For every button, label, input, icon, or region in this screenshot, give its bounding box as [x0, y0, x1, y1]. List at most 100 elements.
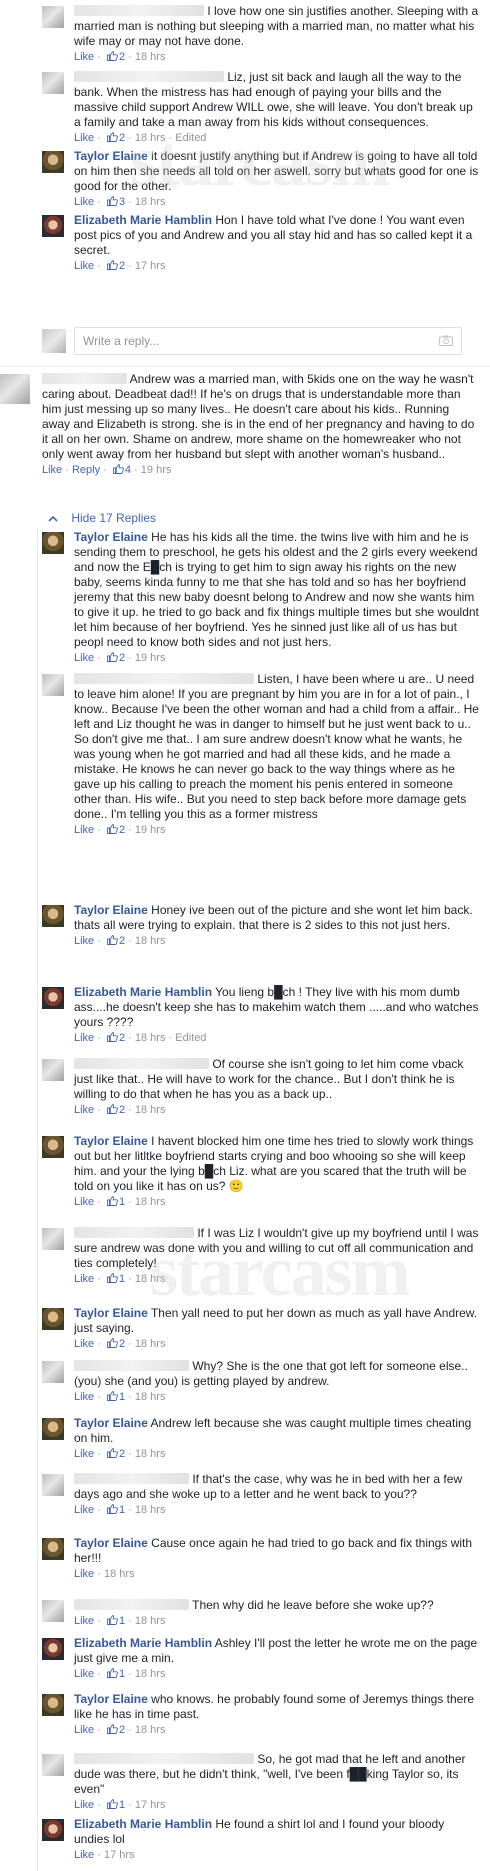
- author-name[interactable]: Elizabeth Marie Hamblin: [74, 213, 212, 227]
- avatar[interactable]: [42, 1059, 64, 1081]
- like-count[interactable]: 1: [119, 1391, 125, 1403]
- timestamp[interactable]: 18 hrs: [135, 1032, 166, 1044]
- timestamp[interactable]: 18 hrs: [135, 1338, 166, 1350]
- timestamp[interactable]: 18 hrs: [135, 1668, 166, 1680]
- avatar[interactable]: [42, 1819, 64, 1841]
- timestamp[interactable]: 17 hrs: [135, 1799, 166, 1811]
- like-link[interactable]: Like: [74, 1273, 94, 1285]
- avatar[interactable]: [42, 215, 64, 237]
- like-link[interactable]: Like: [74, 1448, 94, 1460]
- author-name[interactable]: Taylor Elaine: [74, 1134, 148, 1148]
- like-link[interactable]: Like: [74, 1032, 94, 1044]
- like-count[interactable]: 2: [119, 824, 125, 836]
- timestamp[interactable]: 18 hrs: [135, 1391, 166, 1403]
- timestamp[interactable]: 17 hrs: [135, 260, 166, 272]
- author-name[interactable]: Elizabeth Marie Hamblin: [74, 985, 212, 999]
- timestamp[interactable]: 18 hrs: [135, 51, 166, 63]
- like-count[interactable]: 1: [119, 1668, 125, 1680]
- like-count[interactable]: 4: [125, 464, 131, 476]
- like-count[interactable]: 2: [119, 1032, 125, 1044]
- like-link[interactable]: Like: [74, 1338, 94, 1350]
- timestamp[interactable]: 18 hrs: [135, 1104, 166, 1116]
- avatar[interactable]: [42, 532, 64, 554]
- reply-composer[interactable]: Write a reply...: [42, 327, 462, 355]
- timestamp[interactable]: 18 hrs: [135, 1615, 166, 1627]
- timestamp[interactable]: 18 hrs: [135, 1504, 166, 1516]
- avatar[interactable]: [42, 6, 64, 28]
- like-count[interactable]: 2: [119, 935, 125, 947]
- avatar[interactable]: [42, 1754, 64, 1776]
- like-link[interactable]: Like: [74, 935, 94, 947]
- timestamp[interactable]: 18 hrs: [135, 132, 166, 144]
- author-name[interactable]: Elizabeth Marie Hamblin: [74, 1817, 212, 1831]
- like-count[interactable]: 1: [119, 1273, 125, 1285]
- like-link[interactable]: Like: [74, 1724, 94, 1736]
- camera-icon[interactable]: [439, 335, 453, 346]
- like-link[interactable]: Like: [74, 1615, 94, 1627]
- like-count[interactable]: 2: [119, 1338, 125, 1350]
- like-link[interactable]: Like: [74, 1196, 94, 1208]
- hide-replies-link[interactable]: Hide 17 Replies: [48, 511, 156, 525]
- author-name[interactable]: Elizabeth Marie Hamblin: [74, 1636, 212, 1650]
- reply-link[interactable]: Reply: [72, 464, 100, 476]
- author-name[interactable]: Taylor Elaine: [74, 1692, 148, 1706]
- like-count[interactable]: 2: [119, 652, 125, 664]
- like-count[interactable]: 2: [119, 260, 125, 272]
- timestamp[interactable]: 18 hrs: [135, 1448, 166, 1460]
- reply-input[interactable]: Write a reply...: [74, 327, 462, 355]
- timestamp[interactable]: 18 hrs: [135, 1273, 166, 1285]
- avatar[interactable]: [42, 1694, 64, 1716]
- avatar[interactable]: [42, 987, 64, 1009]
- avatar[interactable]: [42, 1600, 64, 1622]
- avatar[interactable]: [42, 72, 64, 94]
- timestamp[interactable]: 18 hrs: [135, 935, 166, 947]
- like-count[interactable]: 2: [119, 51, 125, 63]
- like-link[interactable]: Like: [74, 1568, 94, 1580]
- avatar[interactable]: [42, 1538, 64, 1560]
- timestamp[interactable]: 18 hrs: [135, 1724, 166, 1736]
- timestamp[interactable]: 17 hrs: [104, 1849, 135, 1861]
- avatar[interactable]: [42, 1228, 64, 1250]
- avatar[interactable]: [42, 1638, 64, 1660]
- like-link[interactable]: Like: [74, 51, 94, 63]
- timestamp[interactable]: 18 hrs: [135, 1196, 166, 1208]
- timestamp[interactable]: 18 hrs: [135, 196, 166, 208]
- avatar[interactable]: [42, 674, 64, 696]
- like-link[interactable]: Like: [74, 652, 94, 664]
- timestamp[interactable]: 19 hrs: [135, 652, 166, 664]
- like-count[interactable]: 1: [119, 1799, 125, 1811]
- avatar[interactable]: [0, 374, 30, 404]
- avatar[interactable]: [42, 1474, 64, 1496]
- author-name[interactable]: Taylor Elaine: [74, 1416, 148, 1430]
- like-link[interactable]: Like: [74, 1799, 94, 1811]
- author-name[interactable]: Taylor Elaine: [74, 149, 148, 163]
- like-count[interactable]: 2: [119, 1104, 125, 1116]
- avatar[interactable]: [42, 1361, 64, 1383]
- like-count[interactable]: 2: [119, 132, 125, 144]
- like-count[interactable]: 1: [119, 1196, 125, 1208]
- like-link[interactable]: Like: [74, 1391, 94, 1403]
- like-count[interactable]: 1: [119, 1615, 125, 1627]
- edited-label[interactable]: Edited: [175, 1032, 206, 1044]
- avatar[interactable]: [42, 151, 64, 173]
- like-count[interactable]: 1: [119, 1504, 125, 1516]
- like-link[interactable]: Like: [74, 196, 94, 208]
- like-link[interactable]: Like: [74, 1104, 94, 1116]
- timestamp[interactable]: 19 hrs: [135, 824, 166, 836]
- timestamp[interactable]: 18 hrs: [104, 1568, 135, 1580]
- avatar[interactable]: [42, 1418, 64, 1440]
- timestamp[interactable]: 19 hrs: [141, 464, 172, 476]
- avatar[interactable]: [42, 1308, 64, 1330]
- avatar[interactable]: [42, 905, 64, 927]
- like-link[interactable]: Like: [74, 260, 94, 272]
- author-name[interactable]: Taylor Elaine: [74, 530, 148, 544]
- author-name[interactable]: Taylor Elaine: [74, 1536, 148, 1550]
- like-count[interactable]: 2: [119, 1724, 125, 1736]
- like-link[interactable]: Like: [74, 1504, 94, 1516]
- like-link[interactable]: Like: [74, 1849, 94, 1861]
- like-link[interactable]: Like: [74, 132, 94, 144]
- like-count[interactable]: 2: [119, 1448, 125, 1460]
- like-link[interactable]: Like: [74, 824, 94, 836]
- like-count[interactable]: 3: [119, 196, 125, 208]
- author-name[interactable]: Taylor Elaine: [74, 903, 148, 917]
